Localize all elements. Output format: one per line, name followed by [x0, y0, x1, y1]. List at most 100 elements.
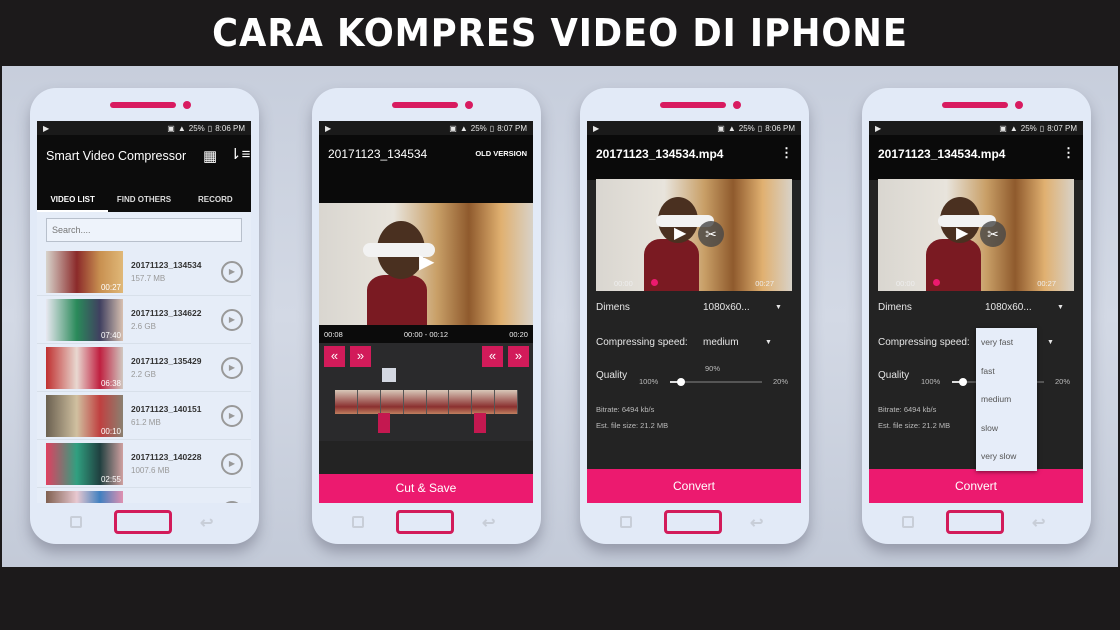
speed-caret-icon[interactable]: ▼	[1047, 339, 1054, 346]
video-list-item[interactable]: 00:27 20171123_134534 157.7 MB ▶	[37, 248, 251, 296]
phone-camera	[465, 101, 473, 109]
phone-compress-settings: ▶ ▣ ▲ 25% ▯ 8:06 PM 20171123_134534.mp4 ⋮ ▶ …	[580, 88, 809, 544]
convert-button[interactable]: Convert	[587, 469, 801, 503]
speed-select[interactable]: medium	[703, 337, 739, 348]
recent-apps-button[interactable]	[70, 516, 82, 528]
more-options-icon[interactable]: ⋮	[1062, 145, 1075, 161]
start-rewind-button[interactable]: «	[324, 346, 345, 367]
tab-find-others[interactable]: FIND OTHERS	[108, 188, 179, 212]
status-bar: ▶ ▣ ▲ 25% ▯ 8:07 PM	[869, 121, 1083, 135]
play-circle-icon[interactable]: ▶	[221, 260, 243, 283]
dimens-label: Dimens	[878, 302, 912, 313]
recent-apps-button[interactable]	[620, 516, 632, 528]
trim-end-handle[interactable]	[474, 413, 486, 433]
video-duration: 00:27	[100, 282, 121, 292]
speed-caret-icon[interactable]: ▼	[765, 339, 772, 346]
video-list-item[interactable]: 06:38 20171123_135429 2.2 GB ▶	[37, 344, 251, 392]
clock: 8:07 PM	[497, 123, 527, 133]
quality-slider-knob[interactable]	[677, 378, 685, 386]
old-version-button[interactable]: OLD VERSION	[475, 149, 527, 158]
video-size: 1007.6 MB	[131, 466, 170, 475]
end-rewind-button[interactable]: «	[482, 346, 503, 367]
search-input[interactable]: Search....	[46, 218, 242, 242]
video-subject	[367, 275, 427, 325]
video-list-item[interactable]: 20171123_140532▶	[37, 488, 251, 503]
phone-camera	[733, 101, 741, 109]
back-button[interactable]: ↩	[200, 513, 213, 533]
play-icon[interactable]: ▶	[674, 223, 686, 243]
home-button[interactable]	[114, 510, 172, 534]
back-button[interactable]: ↩	[1032, 513, 1045, 533]
cut-save-button[interactable]: Cut & Save	[319, 474, 533, 503]
dimens-caret-icon[interactable]: ▼	[775, 304, 782, 311]
quality-min: 100%	[639, 377, 659, 386]
play-icon[interactable]: ▶	[419, 249, 434, 274]
dimens-select[interactable]: 1080x60...	[703, 302, 750, 313]
home-button[interactable]	[664, 510, 722, 534]
phone-camera	[1015, 101, 1023, 109]
battery-level: 25%	[188, 123, 205, 133]
back-button[interactable]: ↩	[482, 513, 495, 533]
quality-slider-knob[interactable]	[959, 378, 967, 386]
sort-icon[interactable]: ⇂≡	[229, 145, 250, 163]
tab-video-list[interactable]: VIDEO LIST	[37, 188, 109, 212]
more-options-icon[interactable]: ⋮	[780, 145, 793, 161]
play-circle-icon[interactable]: ▶	[221, 452, 243, 475]
home-button[interactable]	[396, 510, 454, 534]
play-store-icon: ▶	[325, 123, 332, 133]
video-size: 2.6 GB	[131, 322, 156, 331]
end-forward-button[interactable]: »	[508, 346, 529, 367]
video-info: 20171123_134534 157.7 MB	[131, 260, 217, 283]
recent-apps-button[interactable]	[902, 516, 914, 528]
back-button[interactable]: ↩	[750, 513, 763, 533]
phone-speaker	[392, 102, 458, 108]
clock: 8:06 PM	[215, 123, 245, 133]
speed-option-medium[interactable]: medium	[976, 385, 1037, 414]
video-name: 20171123_140228	[131, 452, 202, 462]
speed-option-very-fast[interactable]: very fast	[976, 328, 1037, 357]
play-circle-icon[interactable]: ▶	[221, 500, 243, 503]
trim-start-handle[interactable]	[378, 413, 390, 433]
convert-button[interactable]: Convert	[869, 469, 1083, 503]
playhead-marker[interactable]	[382, 368, 396, 382]
speed-option-very-slow[interactable]: very slow	[976, 442, 1037, 471]
bitrate: Bitrate: 6494 kb/s	[596, 405, 655, 414]
home-button[interactable]	[946, 510, 1004, 534]
start-forward-button[interactable]: »	[350, 346, 371, 367]
play-store-icon: ▶	[875, 123, 882, 133]
seek-knob[interactable]	[933, 279, 940, 286]
play-circle-icon[interactable]: ▶	[221, 308, 243, 331]
scissors-icon[interactable]: ✂	[980, 221, 1006, 247]
play-circle-icon[interactable]: ▶	[221, 404, 243, 427]
speed-option-fast[interactable]: fast	[976, 357, 1037, 386]
phone-video-list: ▶ ▣ ▲ 25% ▯ 8:06 PM Smart Video Compressor ▦…	[30, 88, 259, 544]
dimens-select[interactable]: 1080x60...	[985, 302, 1032, 313]
frame-strip[interactable]	[335, 390, 518, 414]
recent-apps-button[interactable]	[352, 516, 364, 528]
bottom-band	[0, 567, 1120, 630]
video-list-item[interactable]: 00:10 20171123_140151 61.2 MB ▶	[37, 392, 251, 440]
play-circle-icon[interactable]: ▶	[221, 356, 243, 379]
nav-bar: ↩	[862, 508, 1091, 536]
video-list-item[interactable]: 02:55 20171123_140228 1007.6 MB ▶	[37, 440, 251, 488]
file-name: 20171123_134534.mp4	[878, 147, 1006, 161]
dimens-caret-icon[interactable]: ▼	[1057, 304, 1064, 311]
seek-knob[interactable]	[651, 279, 658, 286]
video-preview[interactable]: ▶ ✂ 00:00 00:27	[878, 179, 1074, 291]
play-icon[interactable]: ▶	[956, 223, 968, 243]
battery-icon: ▯	[1039, 123, 1045, 133]
trim-panel: « » « »	[319, 343, 533, 441]
tab-record[interactable]: RECORD	[180, 188, 251, 212]
speed-option-slow[interactable]: slow	[976, 414, 1037, 443]
video-list-item[interactable]: 07:40 20171123_134622 2.6 GB ▶	[37, 296, 251, 344]
video-preview[interactable]: ▶ ✂ 00:00 00:27	[596, 179, 792, 291]
quality-label: Quality	[596, 370, 628, 381]
signal-icon: ▲	[1009, 123, 1018, 133]
scissors-icon[interactable]: ✂	[698, 221, 724, 247]
file-name: 20171123_134534	[328, 147, 428, 161]
tab-bar: VIDEO LIST FIND OTHERS RECORD	[37, 188, 251, 212]
video-preview[interactable]: ▶	[319, 203, 533, 325]
grid-view-icon[interactable]: ▦	[203, 147, 217, 165]
battery-level: 25%	[738, 123, 755, 133]
quality-max: 20%	[773, 377, 789, 386]
